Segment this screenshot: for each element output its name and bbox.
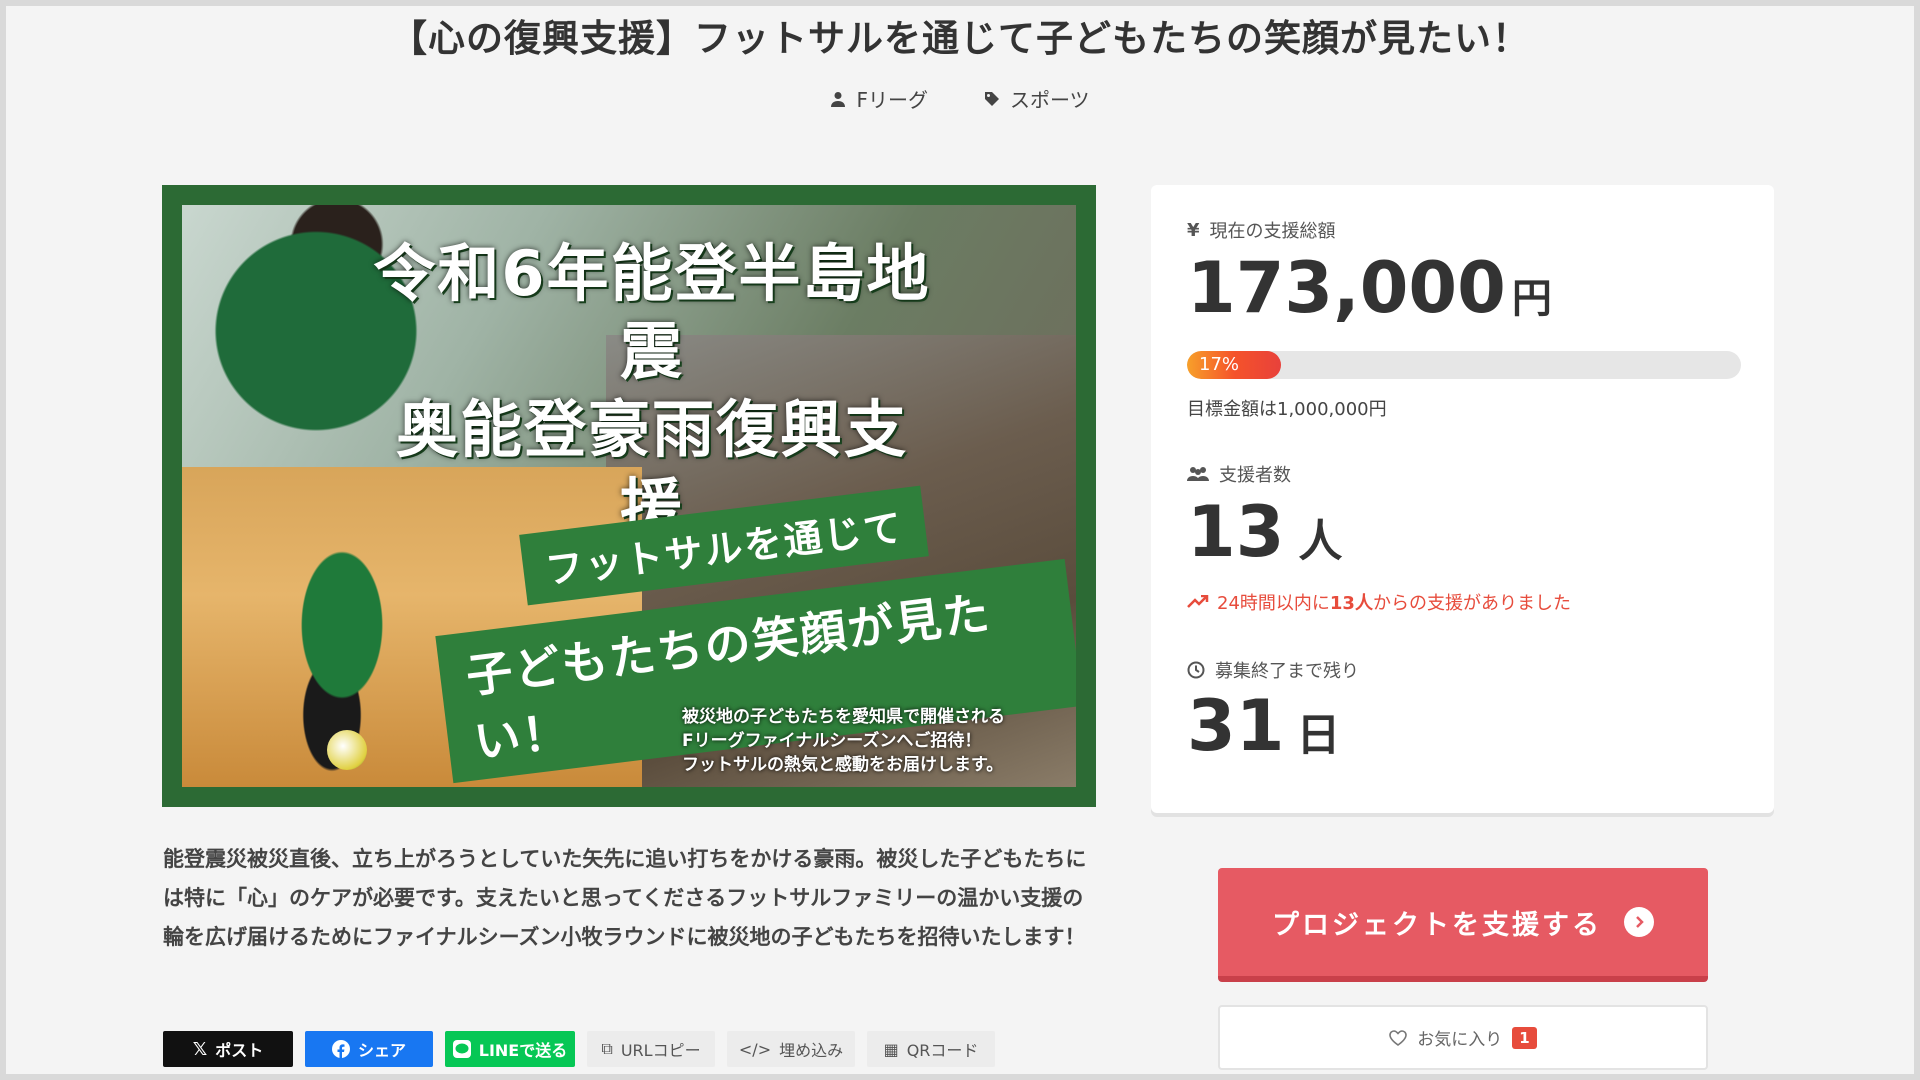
amount-label-row: ¥ 現在の支援総額 <box>1187 217 1336 243</box>
hero-headline-line-1: 令和6年能登半島地震 <box>373 237 931 388</box>
facebook-share-label: シェア <box>357 1041 406 1060</box>
recent-support-notice: 24時間以内に13人からの支援がありました <box>1187 589 1571 615</box>
goal-amount: 目標金額は1,000,000円 <box>1187 399 1387 420</box>
user-icon <box>831 91 846 107</box>
tag-icon <box>984 91 999 106</box>
hero-subtext-line-3: フットサルの熱気と感動をお届けします。 <box>682 755 1004 775</box>
ball-image <box>327 730 367 770</box>
remaining-label-row: 募集終了まで残り <box>1187 657 1359 683</box>
project-description: 能登震災被災直後、立ち上がろうとしていた矢先に追い打ちをかける豪雨。被災した子ど… <box>163 847 1087 949</box>
amount-value-row: 173,000 円 <box>1187 247 1552 329</box>
remaining-label: 募集終了まで残り <box>1215 661 1359 682</box>
stats-card: ¥ 現在の支援総額 173,000 円 17% 目標金額は1,000,000円 支… <box>1151 185 1774 813</box>
supporters-label: 支援者数 <box>1219 465 1291 486</box>
embed-label: 埋め込み <box>779 1041 844 1060</box>
line-share-button[interactable]: LINEで送る <box>445 1031 575 1067</box>
recent-prefix: 24時間以内に <box>1217 593 1330 614</box>
progress-label: 17% <box>1199 354 1240 375</box>
project-owner-link[interactable]: Fリーグ <box>830 84 928 113</box>
recent-suffix: からの支援がありました <box>1372 593 1571 614</box>
project-owner: Fリーグ <box>856 88 928 112</box>
hero-subtext: 被災地の子どもたちを愛知県で開催される Fリーグファイナルシーズンへご招待！ フ… <box>682 705 1042 777</box>
chevron-right-icon <box>1624 907 1654 937</box>
favorite-label: お気に入り <box>1417 1030 1503 1050</box>
trending-up-icon <box>1187 595 1209 608</box>
progress-fill: 17% <box>1187 351 1282 379</box>
share-buttons: 𝕏 ポスト シェア LINEで送る ⧉ URLコピー </> 埋め込み ▦ QR… <box>163 1031 995 1067</box>
supporters-label-row: 支援者数 <box>1187 461 1291 487</box>
yen-icon: ¥ <box>1187 219 1200 241</box>
hero-image: 令和6年能登半島地震 奥能登豪雨復興支援 フットサルを通じて 子どもたちの笑顔が… <box>162 185 1096 807</box>
favorite-button[interactable]: お気に入り 1 <box>1218 1005 1708 1070</box>
supporters-unit: 人 <box>1298 516 1343 567</box>
hero-subtext-line-2: Fリーグファイナルシーズンへご招待！ <box>682 731 982 751</box>
url-copy-label: URLコピー <box>620 1041 701 1060</box>
embed-button[interactable]: </> 埋め込み <box>727 1031 855 1067</box>
remaining-value-row: 31 日 <box>1187 685 1340 767</box>
users-icon <box>1187 467 1209 481</box>
url-copy-button[interactable]: ⧉ URLコピー <box>587 1031 715 1067</box>
support-project-label: プロジェクトを支援する <box>1272 909 1602 941</box>
support-project-button[interactable]: プロジェクトを支援する <box>1218 868 1708 982</box>
x-icon: 𝕏 <box>192 1038 208 1060</box>
heart-icon <box>1389 1029 1408 1046</box>
project-category: スポーツ <box>1009 88 1090 112</box>
remaining-unit: 日 <box>1296 710 1341 761</box>
code-icon: </> <box>738 1039 772 1059</box>
line-share-label: LINEで送る <box>478 1041 568 1060</box>
project-meta: Fリーグ スポーツ <box>0 84 1920 113</box>
supporters-value: 13 <box>1187 491 1285 573</box>
project-category-link[interactable]: スポーツ <box>984 84 1090 113</box>
clock-icon <box>1187 661 1205 679</box>
hero-subtext-line-1: 被災地の子どもたちを愛知県で開催される <box>682 707 1005 727</box>
x-post-button[interactable]: 𝕏 ポスト <box>163 1031 293 1067</box>
qr-code-label: QRコード <box>906 1041 979 1060</box>
recent-count: 13人 <box>1329 593 1373 614</box>
page-title: 【心の復興支援】フットサルを通じて子どもたちの笑顔が見たい！ <box>390 17 1530 60</box>
facebook-share-button[interactable]: シェア <box>305 1031 433 1067</box>
amount-value: 173,000 <box>1187 247 1506 329</box>
amount-unit: 円 <box>1511 276 1552 322</box>
line-icon <box>452 1040 471 1058</box>
qr-code-button[interactable]: ▦ QRコード <box>867 1031 995 1067</box>
x-post-label: ポスト <box>215 1041 264 1060</box>
supporters-value-row: 13 人 <box>1187 491 1342 573</box>
favorite-count-badge: 1 <box>1512 1026 1537 1049</box>
facebook-icon <box>331 1040 350 1058</box>
copy-icon: ⧉ <box>601 1039 613 1058</box>
remaining-value: 31 <box>1187 685 1285 767</box>
progress-bar: 17% <box>1187 351 1741 379</box>
qr-icon: ▦ <box>883 1039 899 1059</box>
amount-label: 現在の支援総額 <box>1209 221 1336 242</box>
